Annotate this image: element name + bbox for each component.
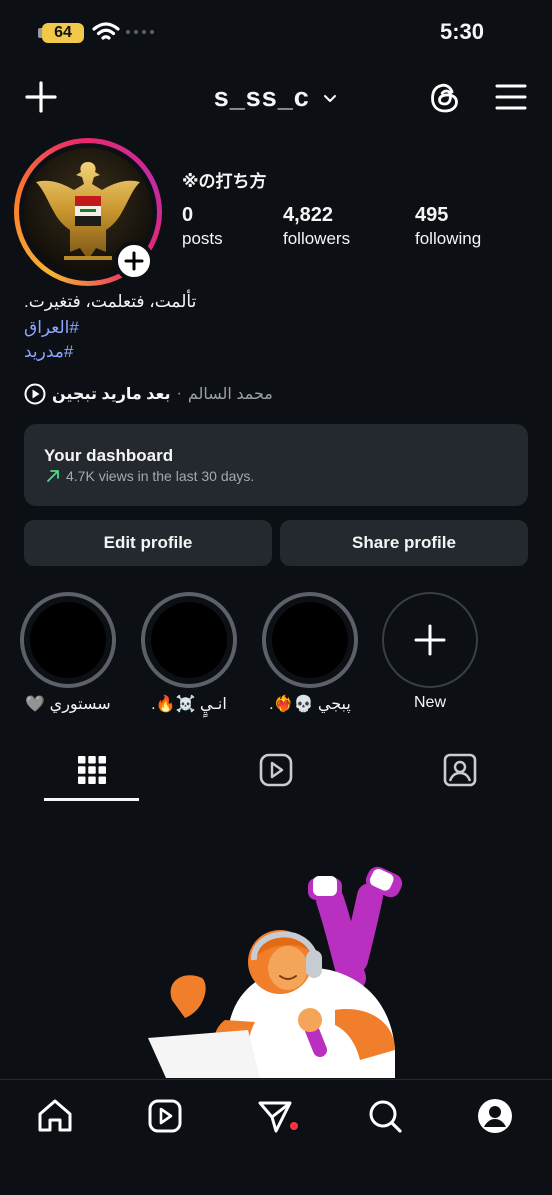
play-circle-icon: [24, 383, 46, 405]
stat-value: 495: [415, 204, 449, 226]
music-separator: ·: [176, 385, 182, 402]
stat-label: following: [415, 229, 482, 248]
share-profile-button[interactable]: Share profile: [280, 520, 528, 566]
highlight-label: سستوري 🩶: [25, 696, 111, 713]
stat-followers[interactable]: 4,822 followers: [283, 204, 350, 249]
reels-icon[interactable]: [146, 1097, 184, 1135]
story-highlight[interactable]: سستوري 🩶: [20, 592, 116, 714]
highlight-label: پبجي 💀❤️‍🔥.: [269, 696, 351, 713]
highlight-cover: [262, 592, 358, 688]
trending-up-icon: [47, 470, 59, 482]
cellular-signal-icon: [126, 30, 154, 34]
direct-message-icon[interactable]: [256, 1097, 294, 1135]
profile-icon[interactable]: [476, 1097, 514, 1135]
music-title: بعد ماريد تبجين: [52, 386, 171, 403]
story-highlight[interactable]: انـيٍ ☠️🔥.: [141, 592, 237, 714]
new-highlight-circle: [382, 592, 478, 688]
chevron-down-icon: [324, 94, 337, 102]
username: s_ss_c: [213, 82, 310, 112]
professional-dashboard-card[interactable]: Your dashboard 4.7K views in the last 30…: [24, 424, 528, 506]
hashtag-link[interactable]: #العراق: [24, 318, 79, 338]
display-name: ※の打ち方: [182, 172, 267, 191]
dashboard-subtitle-row: 4.7K views in the last 30 days.: [46, 468, 254, 484]
stat-following[interactable]: 495 following: [415, 204, 481, 249]
stat-value: 0: [182, 204, 194, 226]
stat-label: followers: [283, 229, 351, 248]
stat-posts[interactable]: 0 posts: [182, 204, 223, 249]
dashboard-subtitle: 4.7K views in the last 30 days.: [66, 468, 255, 484]
notification-dot: [290, 1122, 298, 1130]
status-bar: 64 5:30: [0, 0, 552, 64]
highlight-label: New: [413, 694, 446, 711]
bottom-tab-bar: [0, 1079, 552, 1195]
music-artist: محمد السالم: [187, 386, 273, 403]
search-icon[interactable]: [366, 1097, 404, 1135]
hashtag-link[interactable]: #مدريد: [24, 342, 73, 362]
active-tab-indicator: [44, 798, 139, 801]
highlight-label: انـيٍ ☠️🔥.: [151, 696, 227, 713]
highlight-cover: [141, 592, 237, 688]
reels-tab-icon[interactable]: [256, 750, 296, 790]
status-time: 5:30: [439, 19, 484, 44]
bio-text: تألمت، فتعلمت، فتغيرت.: [24, 292, 197, 311]
edit-profile-button[interactable]: Edit profile: [24, 520, 272, 566]
account-switcher[interactable]: s_ss_c: [0, 82, 552, 113]
home-icon[interactable]: [36, 1097, 74, 1135]
battery-indicator: 64: [42, 23, 84, 43]
empty-state-illustration: [148, 866, 403, 1078]
dashboard-title: Your dashboard: [44, 446, 174, 465]
add-story-icon[interactable]: [114, 241, 154, 281]
top-nav: s_ss_c: [0, 74, 552, 122]
plus-icon: [414, 624, 446, 656]
tagged-icon[interactable]: [440, 750, 480, 790]
new-highlight-button[interactable]: New: [382, 592, 478, 712]
wifi-icon: [92, 22, 120, 40]
highlight-cover: [20, 592, 116, 688]
stat-label: posts: [182, 229, 223, 248]
story-highlight[interactable]: پبجي 💀❤️‍🔥.: [262, 592, 358, 714]
grid-icon[interactable]: [72, 750, 112, 790]
threads-icon[interactable]: [428, 80, 462, 116]
stat-value: 4,822: [283, 204, 334, 226]
profile-music[interactable]: بعد ماريد تبجين · محمد السالم: [24, 382, 273, 406]
menu-icon[interactable]: [494, 82, 528, 112]
